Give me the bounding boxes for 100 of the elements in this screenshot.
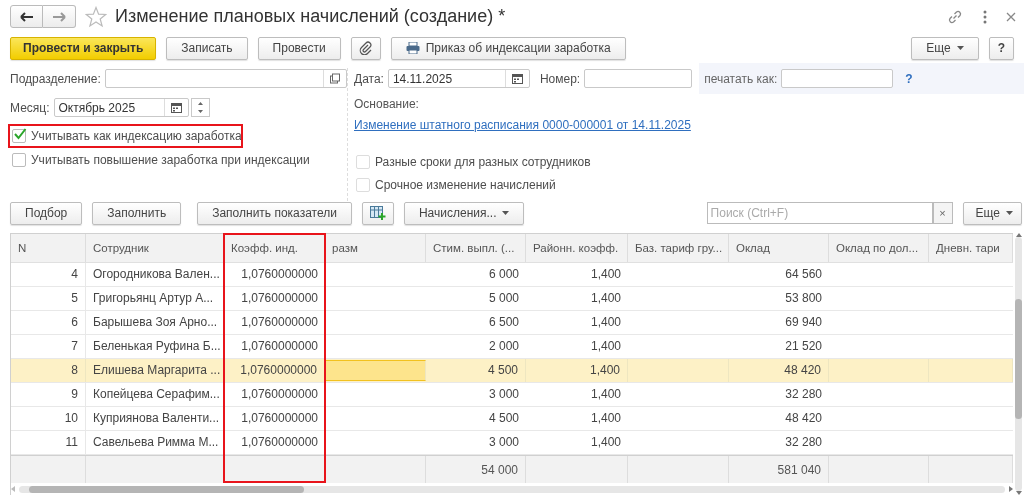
checkbox[interactable] [356,178,370,192]
caret-icon [956,46,964,50]
checkbox[interactable] [12,129,26,143]
employee-name: Савельева Римма М... [92,434,220,451]
table-cell-text: 1,400 [589,386,622,403]
help-button[interactable]: ? [988,36,1014,60]
table-cell-text: 6 500 [487,314,520,331]
number-field[interactable] [584,69,693,88]
employee-name: Григорьянц Артур А... [92,290,215,307]
checkbox-label: Учитывать как индексацию заработка [31,129,242,143]
forward-arrow-icon [52,11,66,22]
table-row[interactable]: 8 Елишева Маргарита ... 1,0760000000 4 500 1,400 48 420 [11,359,1013,383]
row-number: 4 [11,263,86,286]
table-cell-text: 64 560 [784,266,823,283]
column-header[interactable]: N [11,234,86,262]
checkbox-label: Разные сроки для разных сотрудников [375,155,591,169]
basis-link[interactable]: Изменение штатного расписания 0000-000001 от 14.11.2025 [354,118,691,132]
back-arrow-icon [19,11,34,22]
month-spinner[interactable] [190,98,210,117]
table-row[interactable]: 5 Григорьянц Артур А... 1,0760000000 5 000 1,400 53 800 [11,287,1013,311]
table-cell-text: 1,400 [589,410,622,427]
table-cell-text: 1,0760000000 [240,410,319,427]
toolbar-button[interactable]: Записать [166,36,248,60]
table-cell-text: 6 000 [487,266,520,283]
column-header[interactable]: Дневн. тари [929,234,1013,262]
row-number: 5 [11,287,86,310]
table-cell: 4 500 [426,359,526,382]
date-field[interactable]: 14.11.2025 [387,69,530,88]
table-cell-text: 1,0760000000 [240,338,319,355]
basis-label: Основание: [354,97,420,111]
more-icon[interactable] [982,8,988,25]
column-header[interactable]: Районн. коэфф. [526,234,628,262]
checkbox[interactable] [356,155,370,169]
table-cell-text: 1,0760000000 [240,434,319,451]
table-cell-text: 1,0760000000 [240,290,319,307]
toolbar-button[interactable]: Заполнить [92,201,182,225]
toolbar-button[interactable]: Заполнить показатели [197,201,352,225]
scroll-right-icon[interactable] [1009,486,1013,492]
employee-name: Барышева Зоя Арно... [92,314,219,331]
column-header[interactable]: Оклад [729,234,829,262]
attach-button[interactable] [350,36,381,60]
table-cell-text: 48 420 [784,410,823,427]
table-row[interactable]: 4 Огородникова Вален... 1,0760000000 6 000 1,400 64 560 [11,263,1013,287]
row-number: 6 [11,311,86,334]
table-cell-text: 1,0760000000 [240,266,319,283]
toolbar-button[interactable]: Подбор [10,201,83,225]
accruals-button[interactable]: Начисления... [403,201,525,225]
total-cell: 581 040 [729,456,829,483]
close-icon[interactable] [1006,11,1016,22]
vertical-scrollbar[interactable] [1013,233,1024,495]
post-and-close-button[interactable]: Провести и закрыть [10,36,157,60]
toolbar-button[interactable]: Провести [257,36,341,60]
row-number: 9 [11,383,86,406]
clear-search-button[interactable]: × [932,202,953,224]
column-header[interactable]: Стим. выпл. (... [426,234,526,262]
employee-name: Куприянова Валенти... [92,410,221,427]
table-cell-text: 1,0760000000 [240,386,319,403]
window-title: Изменение плановых начислений (создание) * [115,6,506,27]
table-cell-text: 21 520 [784,338,823,355]
back-button[interactable] [10,5,43,28]
print-as-field[interactable] [781,69,894,88]
table-cell-text: 1,400 [589,434,622,451]
search-field[interactable]: Поиск (Ctrl+F) [706,202,933,224]
column-header[interactable]: Оклад по дол... [829,234,929,262]
column-header[interactable]: Сотрудник [86,234,224,262]
paperclip-icon [358,41,373,55]
add-indicator-button[interactable] [361,201,394,225]
table-cell-text: 1,400 [589,338,622,355]
department-field[interactable] [104,69,347,88]
table-cell-text: 5 000 [487,290,520,307]
table-cell-text: 4 500 [487,410,520,427]
row-number: 8 [11,359,86,382]
column-header[interactable]: Баз. тариф гру... [628,234,729,262]
field-label: Дата: [354,71,384,86]
table-cell-text: 1,400 [589,266,622,283]
table-row[interactable]: 10 Куприянова Валенти... 1,0760000000 4 500 1,400 48 420 [11,407,1013,431]
checkbox-label: Срочное изменение начислений [375,178,556,192]
month-field[interactable]: Октябрь 2025 [53,98,189,117]
more-button[interactable]: Еще [962,201,1022,225]
print-order-button[interactable]: Приказ об индексации заработка [390,36,626,60]
field-label: Номер: [539,71,581,86]
more-button[interactable]: Еще [911,36,979,60]
column-header[interactable]: разм [325,234,426,262]
table-add-icon [369,206,386,220]
total-cell: 54 000 [426,456,526,483]
table-row[interactable]: 9 Копейцева Серафим... 1,0760000000 3 000 1,400 32 280 [11,383,1013,407]
table-cell-text: 3 000 [487,434,520,451]
horizontal-scrollbar[interactable] [11,483,1013,495]
row-number: 10 [11,407,86,430]
printer-icon [405,42,420,54]
table-cell-text: 2 000 [487,338,520,355]
employee-name: Беленькая Руфина Б... [92,338,222,355]
star-icon[interactable] [85,5,107,28]
column-header[interactable]: Коэфф. инд. [224,234,325,262]
table-row[interactable]: 6 Барышева Зоя Арно... 1,0760000000 6 500 1,400 69 940 [11,311,1013,335]
scroll-left-icon[interactable] [11,486,15,492]
help-link[interactable]: ? [905,71,913,86]
employee-name: Огородникова Вален... [92,266,221,283]
checkbox[interactable] [12,153,26,167]
table-cell-text: 32 280 [784,386,823,403]
